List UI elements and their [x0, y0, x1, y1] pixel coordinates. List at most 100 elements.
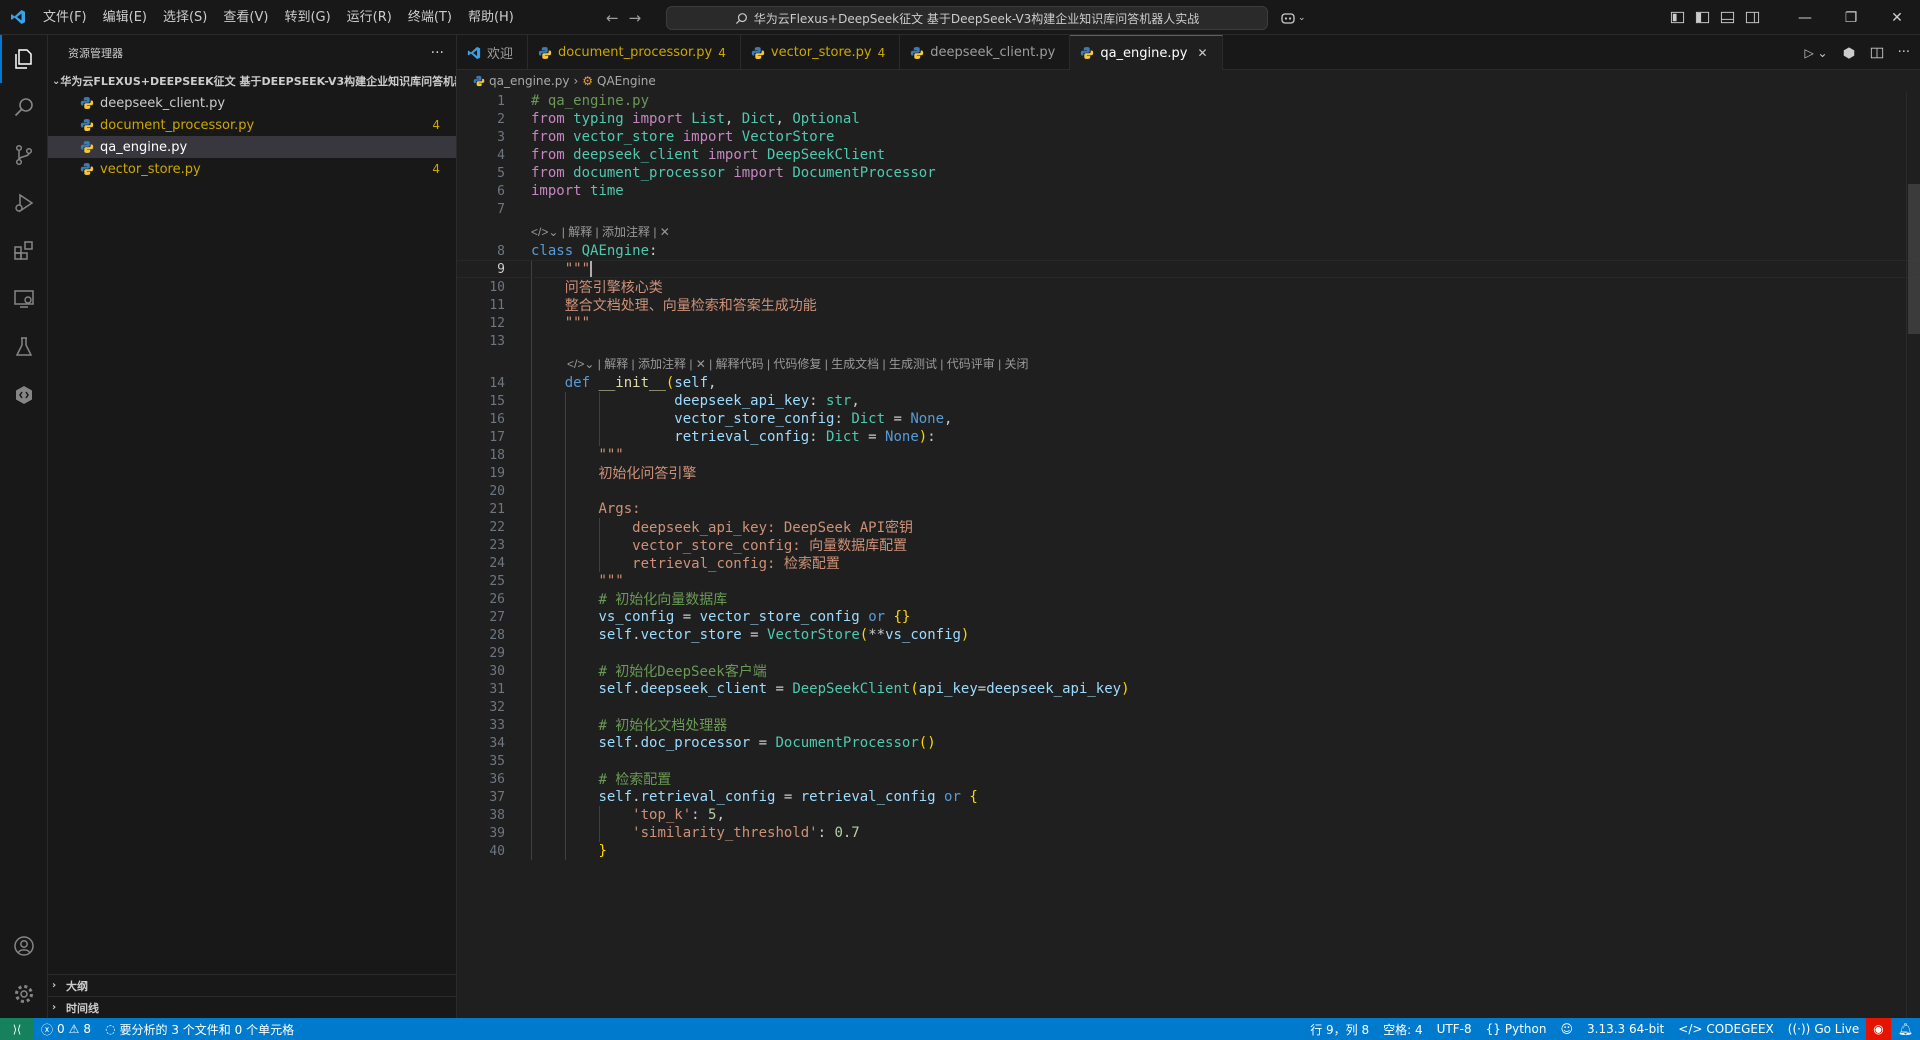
- code-line: 18 """: [457, 446, 1920, 464]
- tab-qa-engine[interactable]: qa_engine.py ✕: [1070, 35, 1223, 70]
- menu-help[interactable]: 帮助(H): [460, 0, 522, 35]
- menu-view[interactable]: 查看(V): [215, 0, 276, 35]
- python-interpreter[interactable]: 3.13.3 64-bit: [1580, 1022, 1671, 1036]
- run-file-icon[interactable]: ▷ ⌄: [1804, 46, 1827, 60]
- line-number: 7: [497, 201, 505, 217]
- code-line: 4 from deepseek_client import DeepSeekCli…: [457, 146, 1920, 164]
- outline-label: 大纲: [66, 979, 88, 993]
- line-number: 29: [489, 645, 505, 661]
- file-item-qa-engine[interactable]: qa_engine.py: [48, 136, 456, 158]
- copilot-button[interactable]: ⌄: [1280, 7, 1306, 29]
- copilot-icon: [1281, 13, 1295, 24]
- problems-indicator[interactable]: ⓧ 0 ⚠ 8: [34, 1021, 98, 1038]
- breadcrumb-file[interactable]: qa_engine.py: [489, 74, 569, 88]
- code-line: 11 整合文档处理、向量检索和答案生成功能: [457, 296, 1920, 314]
- file-name: vector_store.py: [100, 161, 201, 177]
- more-actions-icon[interactable]: ···: [431, 45, 444, 61]
- outline-section[interactable]: › 大纲: [48, 974, 457, 996]
- analysis-status[interactable]: ◌ 要分析的 3 个文件和 0 个单元格: [98, 1021, 301, 1038]
- editor-scrollbar[interactable]: [1906, 92, 1920, 1018]
- language-mode[interactable]: {} Python: [1479, 1022, 1554, 1036]
- remote-explorer-icon[interactable]: [0, 275, 48, 323]
- arrow-right-icon[interactable]: →: [629, 9, 642, 27]
- code-line: 21 Args:: [457, 500, 1920, 518]
- tab-deepseek-client[interactable]: deepseek_client.py: [900, 35, 1071, 70]
- encoding-text: UTF-8: [1436, 1022, 1472, 1036]
- tab-welcome[interactable]: 欢迎: [457, 35, 529, 70]
- close-icon[interactable]: ✕: [1197, 46, 1207, 60]
- menu-file[interactable]: 文件(F): [35, 0, 95, 35]
- code-line: 12 """: [457, 314, 1920, 332]
- extension-status[interactable]: ◉: [1866, 1018, 1891, 1040]
- explorer-icon[interactable]: [0, 35, 48, 83]
- code-editor[interactable]: 1 # qa_engine.py 2 from typing import List…: [457, 92, 1920, 1018]
- python-icon: [473, 75, 485, 87]
- indentation[interactable]: 空格: 4: [1376, 1021, 1430, 1038]
- toggle-panel-icon[interactable]: [1720, 10, 1735, 25]
- customize-layout-icon[interactable]: [1670, 10, 1685, 25]
- codelens-actions[interactable]: | 解释 | 添加注释 | ✕ | 解释代码 | 代码修复 | 生成文档 | 生…: [598, 357, 1029, 371]
- codelens-actions[interactable]: | 解释 | 添加注释 | ✕: [562, 225, 670, 239]
- command-center-search[interactable]: 华为云Flexus+DeepSeek征文 基于DeepSeek-V3构建企业知识…: [666, 6, 1268, 30]
- run-debug-icon[interactable]: [0, 179, 48, 227]
- scrollbar-thumb[interactable]: [1908, 184, 1920, 334]
- tab-document-processor[interactable]: document_processor.py 4: [528, 35, 741, 70]
- extensions-icon[interactable]: [0, 227, 48, 275]
- menu-edit[interactable]: 编辑(E): [95, 0, 155, 35]
- code-line: 19 初始化问答引擎: [457, 464, 1920, 482]
- tab-vector-store[interactable]: vector_store.py 4: [741, 35, 901, 70]
- arrow-left-icon[interactable]: ←: [606, 9, 619, 27]
- line-number: 15: [489, 393, 505, 409]
- activity-bar-bottom: [0, 922, 48, 1018]
- menu-selection[interactable]: 选择(S): [155, 0, 215, 35]
- code-line: 23 vector_store_config: 向量数据库配置: [457, 536, 1920, 554]
- toggle-sidebar-icon[interactable]: [1695, 10, 1710, 25]
- split-editor-icon[interactable]: [1870, 46, 1884, 60]
- menu-go[interactable]: 转到(G): [276, 0, 338, 35]
- code-line: 39 'similarity_threshold': 0.7: [457, 824, 1920, 842]
- codegeex-icon[interactable]: [0, 371, 48, 419]
- problem-count-badge: 4: [718, 45, 726, 60]
- codegeex-action-icon[interactable]: [1842, 46, 1856, 60]
- code-line: 32: [457, 698, 1920, 716]
- restore-button[interactable]: ❐: [1828, 0, 1874, 35]
- go-live-text: Go Live: [1814, 1022, 1860, 1036]
- timeline-section[interactable]: › 时间线: [48, 996, 457, 1018]
- source-control-icon[interactable]: [0, 131, 48, 179]
- breadcrumb: qa_engine.py › ⚙ QAEngine: [457, 70, 1920, 92]
- minimize-button[interactable]: —: [1782, 0, 1828, 35]
- file-item-vector-store[interactable]: vector_store.py 4: [48, 158, 456, 180]
- language-text: Python: [1504, 1022, 1547, 1036]
- line-number: 18: [489, 447, 505, 463]
- line-number: 25: [489, 573, 505, 589]
- workspace-folder[interactable]: ⌄ 华为云FLEXUS+DEEPSEEK征文 基于DEEPSEEK-V3构建企业…: [48, 70, 456, 92]
- chevron-down-icon: ⌄: [52, 75, 61, 87]
- more-actions-icon[interactable]: ···: [1898, 45, 1910, 60]
- testing-icon[interactable]: [0, 323, 48, 371]
- search-icon[interactable]: [0, 83, 48, 131]
- file-item-deepseek-client[interactable]: deepseek_client.py: [48, 92, 456, 114]
- menu-run[interactable]: 运行(R): [339, 0, 400, 35]
- line-number: 30: [489, 663, 505, 679]
- sidebar-title: 资源管理器: [68, 46, 123, 60]
- cursor-position[interactable]: 行 9，列 8: [1303, 1021, 1376, 1038]
- breadcrumb-symbol[interactable]: QAEngine: [597, 74, 656, 88]
- notifications-bell[interactable]: 🔔︎: [1891, 1022, 1920, 1036]
- menu-terminal[interactable]: 终端(T): [400, 0, 460, 35]
- encoding[interactable]: UTF-8: [1430, 1022, 1479, 1036]
- close-window-button[interactable]: ✕: [1874, 0, 1920, 35]
- code-line: 10 问答引擎核心类: [457, 278, 1920, 296]
- code-line: 14 def __init__(self,: [457, 374, 1920, 392]
- codegeex-status[interactable]: </> CODEGEEX: [1671, 1022, 1781, 1036]
- code-line: 2 from typing import List, Dict, Optional: [457, 110, 1920, 128]
- gear-icon[interactable]: [0, 970, 48, 1018]
- go-live-button[interactable]: ((·)) Go Live: [1781, 1022, 1867, 1036]
- toggle-secondary-sidebar-icon[interactable]: [1745, 10, 1760, 25]
- codelens-icon[interactable]: </>⌄: [531, 225, 558, 239]
- codelens-icon[interactable]: </>⌄: [567, 357, 594, 371]
- remote-indicator[interactable]: ⟩⟨: [0, 1018, 34, 1040]
- file-item-document-processor[interactable]: document_processor.py 4: [48, 114, 456, 136]
- sidebar-bottom-sections: › 大纲 › 时间线: [48, 974, 457, 1018]
- account-icon[interactable]: [0, 922, 48, 970]
- copilot-status[interactable]: ☺: [1554, 1022, 1581, 1036]
